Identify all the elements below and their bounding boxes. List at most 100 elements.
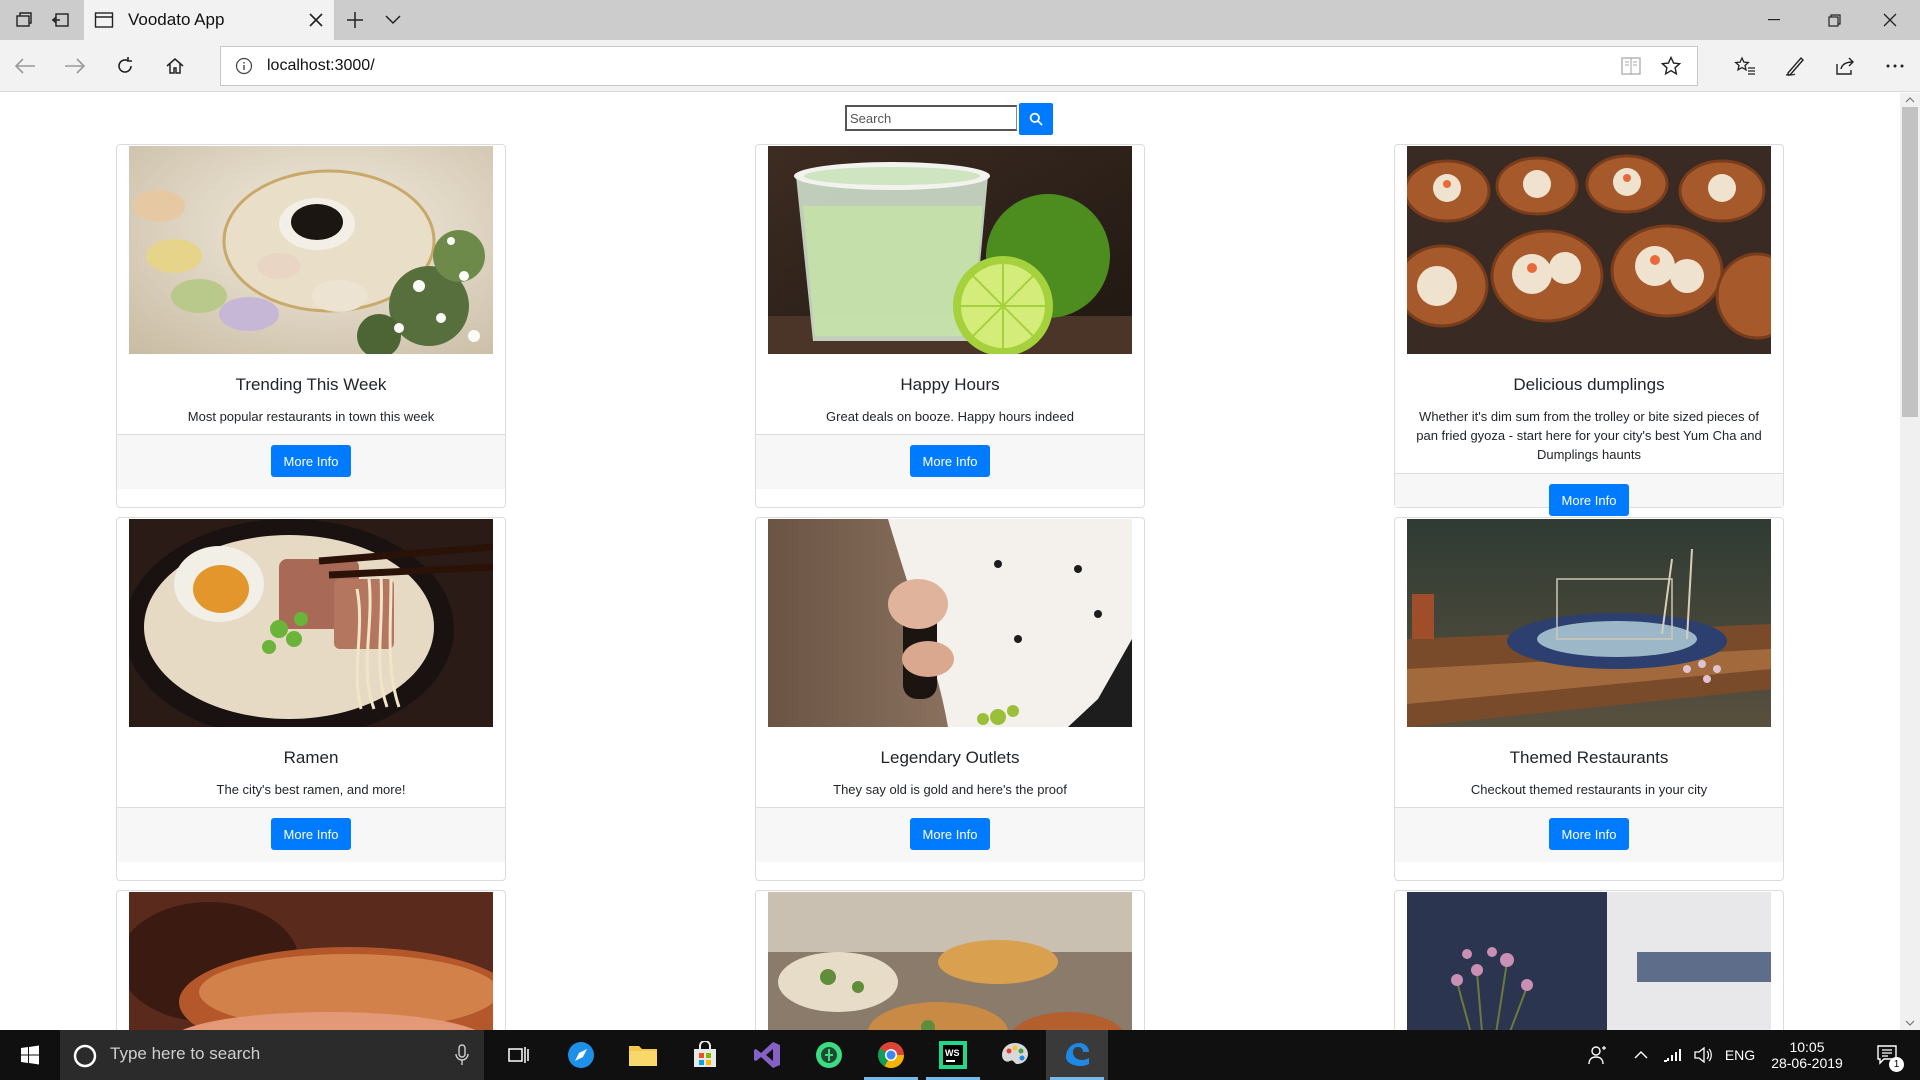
search-button[interactable] [1019, 103, 1053, 135]
card-footer: More Info [117, 434, 505, 489]
taskbar-file-explorer[interactable] [612, 1030, 674, 1080]
language-text: ENG [1724, 1047, 1756, 1063]
android-studio-icon [816, 1042, 842, 1068]
card-ramen: Ramen The city's best ramen, and more! M… [116, 517, 506, 881]
minimize-button[interactable] [1744, 0, 1804, 40]
minimize-icon [1768, 19, 1780, 21]
card-title: Happy Hours [900, 375, 1000, 394]
card-title: Themed Restaurants [1509, 748, 1669, 767]
card-text: Most popular restaurants in town this we… [187, 409, 435, 424]
people-icon[interactable] [1580, 1030, 1616, 1080]
microphone-icon[interactable] [455, 1044, 469, 1066]
webstorm-icon: WS [939, 1041, 967, 1069]
arrow-left-icon [14, 58, 35, 74]
taskbar-store[interactable] [674, 1030, 736, 1080]
card-image-flowers [1407, 892, 1771, 1030]
card-image-chef [768, 519, 1132, 727]
card-image-buffet [768, 892, 1132, 1030]
more-info-button[interactable]: More Info [910, 445, 990, 477]
taskbar-visual-studio[interactable] [736, 1030, 798, 1080]
favorites-button[interactable] [1720, 40, 1770, 92]
taskbar-webstorm[interactable]: WS [922, 1030, 984, 1080]
taskbar-edge[interactable] [1046, 1030, 1108, 1080]
card-trending: Trending This Week Most popular restaura… [116, 144, 506, 508]
wifi-icon[interactable] [1658, 1030, 1688, 1080]
address-bar[interactable]: localhost:3000/ [220, 46, 1698, 86]
notification-badge: 1 [1889, 1057, 1904, 1072]
arrow-right-icon [65, 58, 86, 74]
store-icon [694, 1041, 716, 1067]
chrome-icon [877, 1042, 905, 1069]
task-view-button[interactable] [488, 1030, 550, 1080]
more-info-button[interactable]: More Info [1549, 818, 1629, 850]
set-tabs-aside-icon[interactable] [44, 0, 76, 40]
card-text: Checkout themed restaurants in your city [1470, 782, 1708, 797]
visual-studio-icon [754, 1042, 780, 1068]
card-text: Great deals on booze. Happy hours indeed [826, 409, 1074, 424]
share-icon [1836, 57, 1854, 75]
more-info-button[interactable]: More Info [271, 445, 351, 477]
language-indicator[interactable]: ENG [1720, 1030, 1760, 1080]
ellipsis-icon [1886, 64, 1904, 68]
share-button[interactable] [1820, 40, 1870, 92]
windows-taskbar: Type here to search WS ENG 10:05 28-06-2… [0, 1030, 1920, 1080]
clock-time: 10:05 [1789, 1039, 1825, 1055]
more-info-button[interactable]: More Info [271, 818, 351, 850]
card-themed-restaurants: Themed Restaurants Checkout themed resta… [1394, 517, 1784, 881]
close-tab-icon[interactable] [306, 10, 326, 30]
chevron-up-icon[interactable] [1626, 1030, 1656, 1080]
forward-button[interactable] [50, 40, 100, 92]
chevron-down-icon[interactable] [378, 0, 408, 40]
card-title: Ramen [283, 748, 339, 767]
taskbar-paint[interactable] [984, 1030, 1046, 1080]
taskbar-app-1[interactable] [550, 1030, 612, 1080]
card-footer: More Info [756, 807, 1144, 862]
card-partial-flowers [1394, 890, 1784, 1030]
taskbar-search-box[interactable]: Type here to search [60, 1030, 484, 1080]
refresh-button[interactable] [100, 40, 150, 92]
more-info-button[interactable]: More Info [910, 818, 990, 850]
volume-icon[interactable] [1688, 1030, 1718, 1080]
url-text[interactable]: localhost:3000/ [267, 57, 375, 75]
restore-button[interactable] [1804, 0, 1864, 40]
notes-button[interactable] [1770, 40, 1820, 92]
page-content: Trending This Week Most popular restaura… [0, 93, 1900, 1030]
more-button[interactable] [1870, 40, 1920, 92]
card-partial-buffet [755, 890, 1145, 1030]
clock[interactable]: 10:05 28-06-2019 [1762, 1030, 1852, 1080]
back-button[interactable] [0, 40, 50, 92]
scroll-thumb[interactable] [1902, 107, 1918, 417]
card-title: Delicious dumplings [1513, 375, 1665, 394]
restore-icon [1827, 13, 1841, 27]
browser-toolbar: localhost:3000/ [0, 40, 1920, 92]
start-button[interactable] [0, 1030, 60, 1080]
card-image-macarons [129, 146, 493, 354]
tab-actions-icon[interactable] [8, 0, 40, 40]
tab-active[interactable]: Voodato App [84, 0, 334, 40]
folder-icon [629, 1046, 657, 1066]
scroll-down-icon[interactable] [1900, 1016, 1920, 1030]
pen-icon [1785, 56, 1804, 76]
search-form [845, 103, 1053, 135]
card-footer: More Info [1395, 807, 1783, 862]
card-image-cocktail [768, 146, 1132, 354]
scroll-up-icon[interactable] [1900, 93, 1920, 107]
favorite-star-icon[interactable] [1661, 56, 1681, 76]
taskbar-android-studio[interactable] [798, 1030, 860, 1080]
page-scrollbar[interactable] [1900, 93, 1920, 1030]
card-partial-bread [116, 890, 506, 1030]
search-input[interactable] [845, 105, 1017, 131]
close-window-button[interactable] [1860, 0, 1920, 40]
reading-view-icon[interactable] [1621, 57, 1641, 75]
new-tab-icon[interactable] [340, 0, 370, 40]
action-center-button[interactable]: 1 [1866, 1030, 1910, 1080]
taskbar-chrome[interactable] [860, 1030, 922, 1080]
info-icon[interactable] [235, 57, 253, 75]
card-text: They say old is gold and here's the proo… [833, 782, 1067, 797]
browser-tab-bar: Voodato App [0, 0, 1920, 40]
home-button[interactable] [150, 40, 200, 92]
more-info-button[interactable]: More Info [1549, 484, 1629, 516]
edge-icon [1066, 1043, 1089, 1066]
card-happy-hours: Happy Hours Great deals on booze. Happy … [755, 144, 1145, 508]
windows-logo-icon [21, 1045, 39, 1065]
